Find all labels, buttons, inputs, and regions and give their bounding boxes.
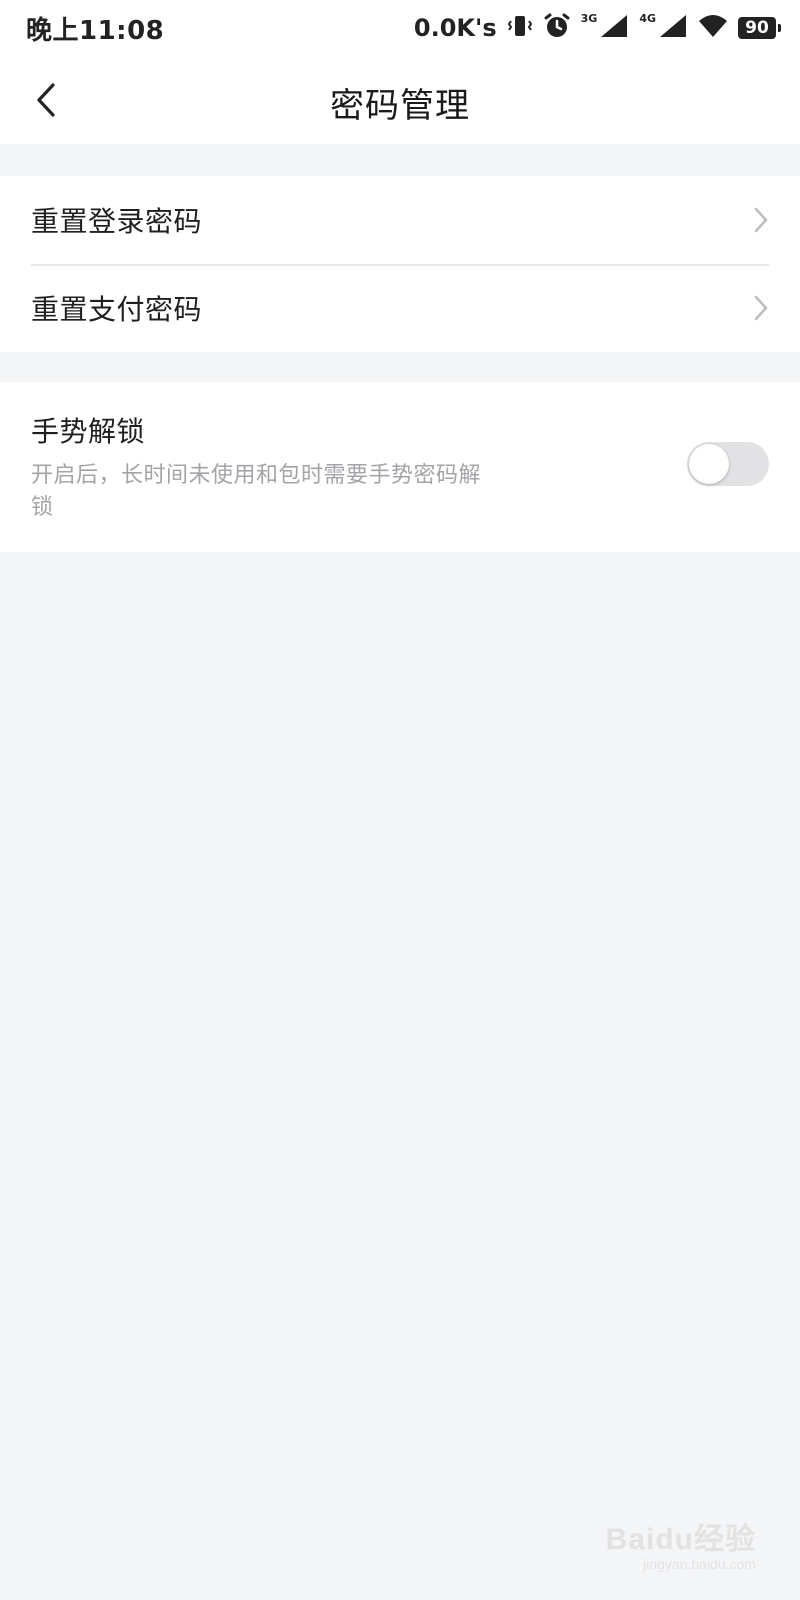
gesture-unlock-section: 手势解锁 开启后，长时间未使用和包时需要手势密码解锁: [0, 382, 800, 552]
network-speed: 0.0K's: [413, 14, 497, 42]
cellular-signal-icon: [599, 13, 629, 43]
reset-login-password-label: 重置登录密码: [31, 205, 203, 238]
chevron-right-icon: [754, 207, 768, 233]
signal-1-type: 3G: [580, 11, 598, 25]
toggle-knob: [689, 444, 729, 484]
cellular-signal-icon: [658, 13, 688, 43]
gesture-unlock-title: 手势解锁: [31, 415, 146, 448]
reset-login-password-item[interactable]: 重置登录密码: [0, 176, 800, 266]
status-icons: 0.0K's 3G 4G 90: [413, 10, 781, 46]
chevron-right-icon: [754, 295, 768, 321]
gesture-unlock-toggle[interactable]: [687, 442, 769, 486]
signal-2-type: 4G: [639, 11, 656, 25]
gesture-unlock-description: 开启后，长时间未使用和包时需要手势密码解锁: [31, 463, 482, 520]
status-bar: 晚上11:08 0.0K's 3G 4G 90: [0, 0, 800, 56]
vibrate-icon: [507, 13, 533, 43]
navigation-bar: 密码管理: [0, 56, 800, 144]
alarm-icon: [543, 12, 571, 44]
page-title: 密码管理: [330, 86, 470, 126]
password-reset-group: 重置登录密码 重置支付密码: [0, 176, 800, 352]
watermark-url: jingyan.baidu.com: [643, 1556, 756, 1572]
battery-icon: 90: [738, 17, 781, 39]
wifi-icon: [698, 13, 728, 43]
reset-payment-password-item[interactable]: 重置支付密码: [0, 264, 800, 352]
status-time: 晚上11:08: [26, 16, 165, 46]
reset-payment-password-label: 重置支付密码: [31, 293, 203, 326]
watermark-logo: Baidu经验: [605, 1523, 756, 1556]
watermark: Baidu经验 jingyan.baidu.com: [606, 1514, 756, 1572]
